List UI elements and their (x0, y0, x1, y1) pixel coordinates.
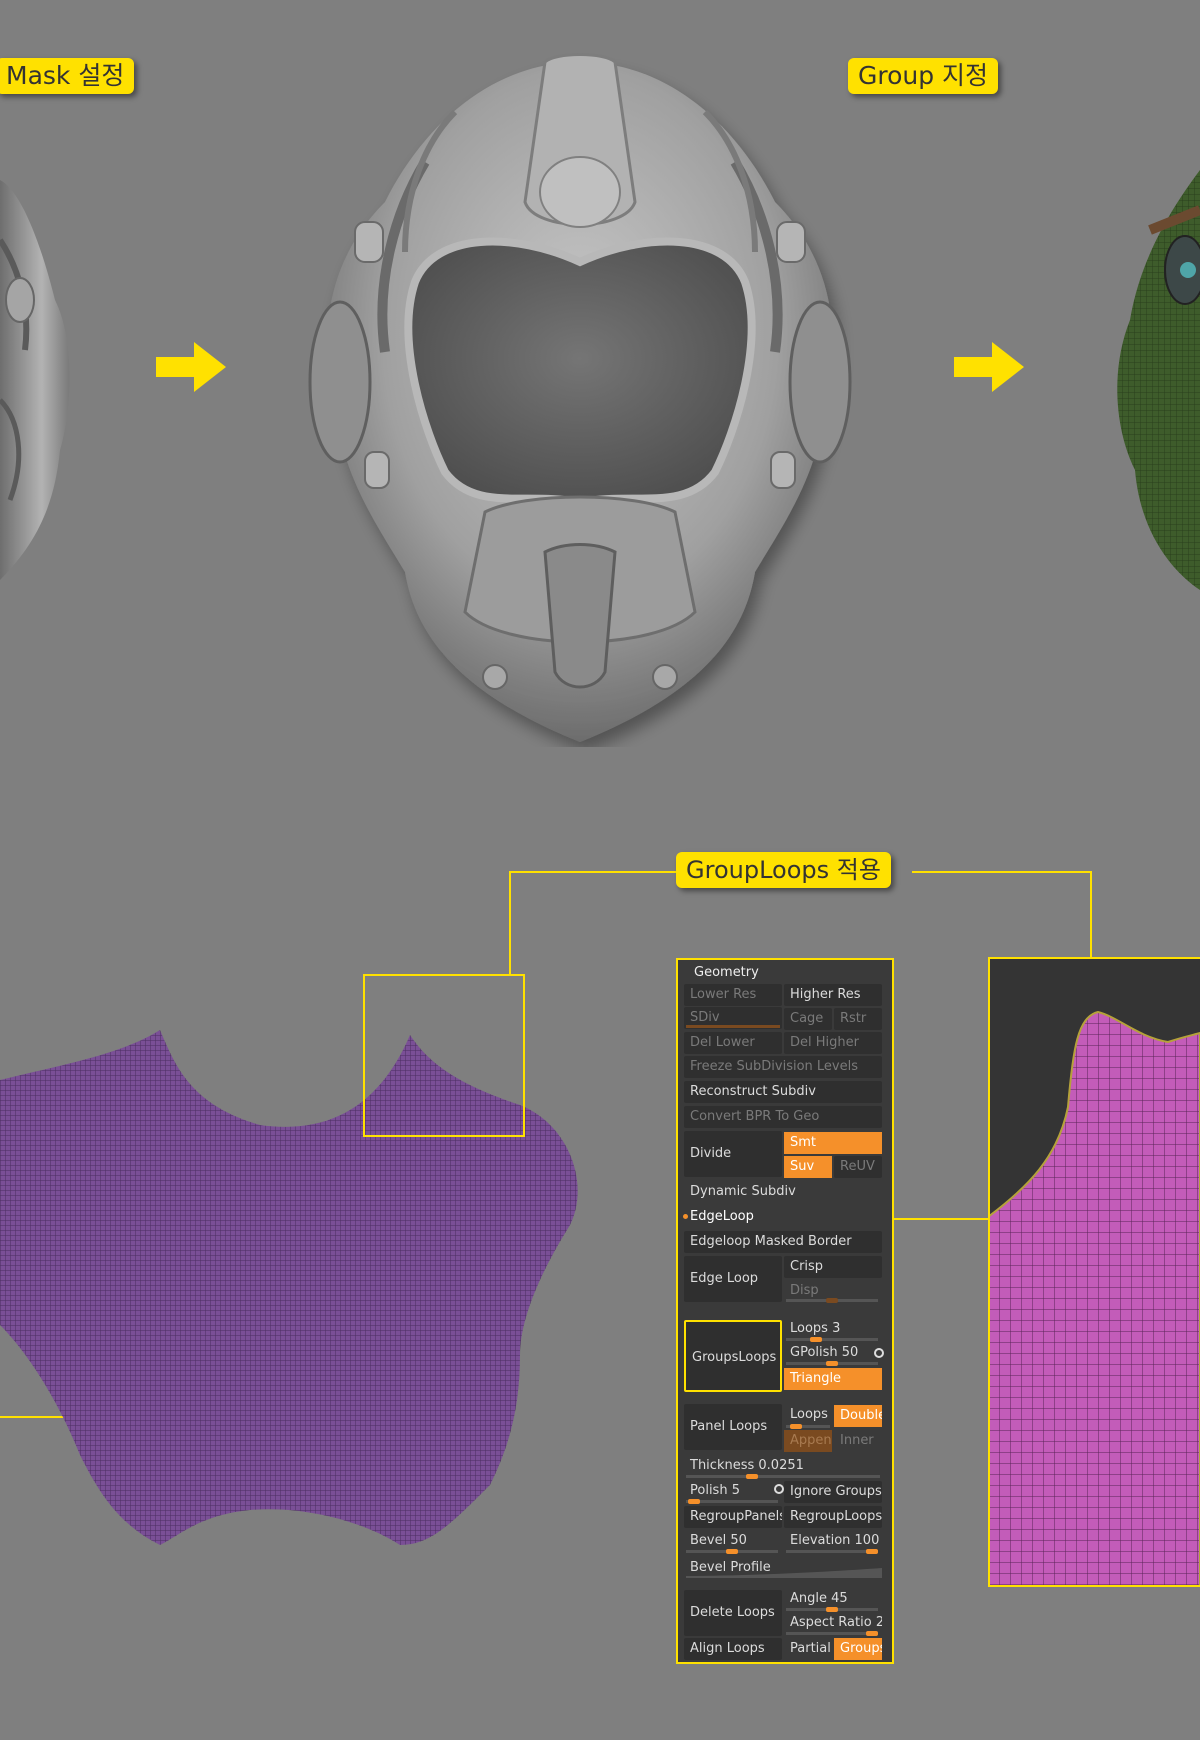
lower-res-button[interactable]: Lower Res (684, 984, 782, 1006)
geometry-panel: Geometry Lower Res Higher Res SDiv Cage … (676, 958, 894, 1664)
arrow-right-icon-2 (954, 342, 1024, 392)
aspect-label: Aspect Ratio (790, 1615, 872, 1630)
sdiv-slider-track[interactable] (686, 1025, 780, 1028)
aspect-slider-track[interactable] (786, 1631, 878, 1636)
elevation-label: Elevation (790, 1533, 851, 1548)
bevel-slider-track[interactable] (686, 1549, 778, 1554)
del-lower-button[interactable]: Del Lower (684, 1032, 782, 1054)
triangle-toggle[interactable]: Triangle (784, 1368, 882, 1390)
edgeloop-section[interactable]: EdgeLoop (684, 1206, 882, 1228)
right-helmet-green-partial (1117, 170, 1200, 590)
edgeloop-masked-border-button[interactable]: Edgeloop Masked Border (684, 1231, 882, 1253)
gpolish-slider-track[interactable] (786, 1361, 878, 1366)
suv-toggle[interactable]: Suv (784, 1156, 832, 1178)
ignore-groups-toggle[interactable]: Ignore Groups (784, 1481, 882, 1503)
group-label: Group 지정 (848, 58, 999, 94)
disp-slider-track[interactable] (786, 1298, 878, 1303)
cage-button[interactable]: Cage (784, 1008, 832, 1030)
gpolish-label: GPolish (790, 1345, 838, 1360)
zoom-source-frame (363, 974, 525, 1137)
align-loops-button[interactable]: Align Loops (684, 1638, 782, 1660)
panel-title: Geometry (694, 965, 759, 980)
thickness-slider-track[interactable] (686, 1474, 880, 1479)
elevation-slider-track[interactable] (786, 1549, 878, 1554)
arrow-right-icon (156, 342, 226, 392)
loops-3-slider[interactable]: Loops 3 (784, 1318, 882, 1340)
inner-toggle[interactable]: Inner (834, 1430, 882, 1452)
grouploops-label: GroupLoops 적용 (676, 852, 891, 888)
center-helmet (308, 53, 852, 742)
smt-toggle[interactable]: Smt (784, 1132, 882, 1154)
panel-loops-button[interactable]: Panel Loops (684, 1404, 782, 1450)
bevel-label: Bevel (690, 1533, 727, 1548)
loops-slider[interactable]: Loops (784, 1404, 832, 1426)
angle-value: 45 (831, 1591, 848, 1606)
thickness-value: 0.0251 (758, 1458, 804, 1473)
double-toggle[interactable]: Double (834, 1405, 882, 1427)
groups-toggle[interactable]: Groups (834, 1638, 882, 1660)
higher-res-button[interactable]: Higher Res (784, 984, 882, 1006)
regroup-loops-button[interactable]: RegroupLoops (784, 1506, 882, 1528)
partial-toggle[interactable]: Partial (784, 1638, 832, 1660)
divide-button[interactable]: Divide (684, 1131, 782, 1177)
delete-loops-button[interactable]: Delete Loops (684, 1590, 782, 1636)
bevel-value: 50 (730, 1533, 747, 1548)
polish-slider-track[interactable] (686, 1499, 778, 1504)
del-higher-button[interactable]: Del Higher (784, 1032, 882, 1054)
groupsloops-button[interactable]: GroupsLoops (684, 1320, 782, 1392)
reconstruct-subdiv-button[interactable]: Reconstruct Subdiv (684, 1081, 882, 1103)
aspect-value: 25 (876, 1615, 882, 1630)
convert-bpr-button[interactable]: Convert BPR To Geo (684, 1106, 882, 1128)
edge-loop-button[interactable]: Edge Loop (684, 1256, 782, 1302)
thickness-slider[interactable]: Thickness 0.0251 (684, 1455, 882, 1477)
reuv-button[interactable]: ReUV (834, 1156, 882, 1178)
regroup-panels-button[interactable]: RegroupPanels (684, 1506, 782, 1528)
pink-mesh-zoom (988, 957, 1200, 1587)
dynamic-subdiv-section[interactable]: Dynamic Subdiv (684, 1181, 882, 1203)
loops-3-value: 3 (832, 1321, 841, 1336)
loops-slider-track[interactable] (786, 1424, 830, 1429)
loops-3-label: Loops (790, 1321, 828, 1336)
crisp-toggle[interactable]: Crisp (784, 1256, 882, 1278)
angle-slider-track[interactable] (786, 1607, 878, 1612)
mask-label: Mask 설정 (0, 58, 135, 94)
gpolish-value: 50 (841, 1345, 859, 1360)
left-helmet-partial (0, 180, 70, 580)
append-toggle[interactable]: Append (784, 1430, 832, 1452)
loops-3-slider-track[interactable] (786, 1337, 878, 1342)
bevel-profile-graph[interactable] (686, 1566, 882, 1578)
rstr-button[interactable]: Rstr (834, 1008, 882, 1030)
gpolish-option-circle-icon[interactable] (874, 1348, 884, 1358)
polish-value: 5 (731, 1483, 740, 1498)
polish-option-circle-icon[interactable] (774, 1484, 784, 1494)
thickness-label: Thickness (690, 1458, 755, 1473)
angle-label: Angle (790, 1591, 827, 1606)
polish-label: Polish (690, 1483, 728, 1498)
elevation-value: 100 (854, 1533, 880, 1548)
freeze-subdivision-button[interactable]: Freeze SubDivision Levels (684, 1056, 882, 1078)
